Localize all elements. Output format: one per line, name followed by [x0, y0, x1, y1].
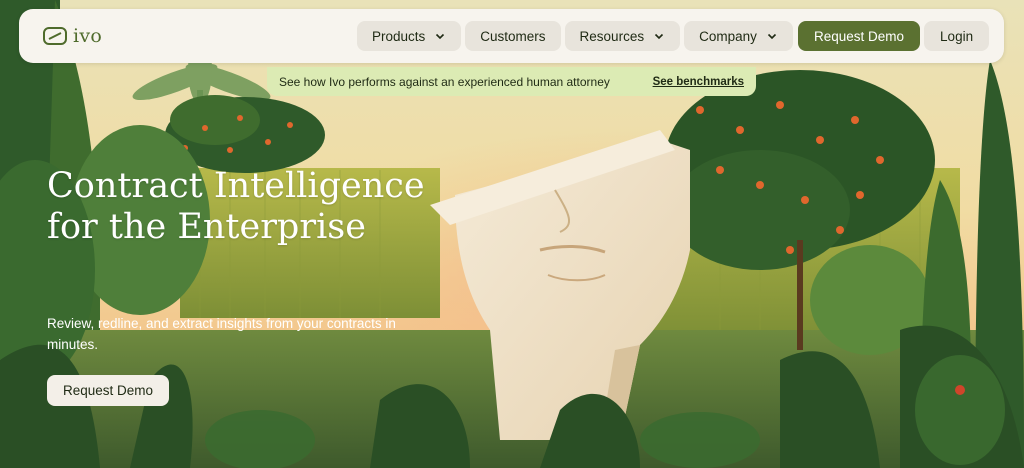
- chevron-down-icon: [655, 33, 664, 40]
- nav-item-products[interactable]: Products: [357, 21, 462, 51]
- login-button[interactable]: Login: [924, 21, 990, 51]
- nav-actions: Request Demo Login: [798, 21, 990, 51]
- hero-request-demo-button[interactable]: Request Demo: [47, 375, 170, 406]
- logo-text: ivo: [73, 25, 103, 47]
- nav-item-label: Customers: [480, 28, 546, 44]
- chevron-down-icon: [436, 33, 445, 40]
- announcement-banner: See how Ivo performs against an experien…: [267, 67, 756, 96]
- logo[interactable]: ivo: [43, 25, 102, 47]
- request-demo-button[interactable]: Request Demo: [798, 21, 921, 51]
- top-navbar: ivo Products Customers Resources Company…: [19, 9, 1004, 63]
- hero-subheadline: Review, redline, and extract insights fr…: [47, 316, 396, 352]
- nav-menu: Products Customers Resources Company: [357, 21, 793, 51]
- nav-item-label: Company: [699, 28, 757, 44]
- see-benchmarks-link[interactable]: See benchmarks: [653, 76, 744, 88]
- banner-text: See how Ivo performs against an experien…: [279, 74, 610, 89]
- nav-item-label: Resources: [579, 28, 645, 44]
- chevron-down-icon: [767, 33, 776, 40]
- nav-item-customers[interactable]: Customers: [465, 21, 561, 51]
- logo-mark-icon: [43, 27, 67, 45]
- nav-item-label: Products: [372, 28, 426, 44]
- nav-item-company[interactable]: Company: [684, 21, 793, 51]
- hero-headline: Contract Intelligence for the Enterprise: [47, 166, 425, 247]
- nav-item-resources[interactable]: Resources: [564, 21, 681, 51]
